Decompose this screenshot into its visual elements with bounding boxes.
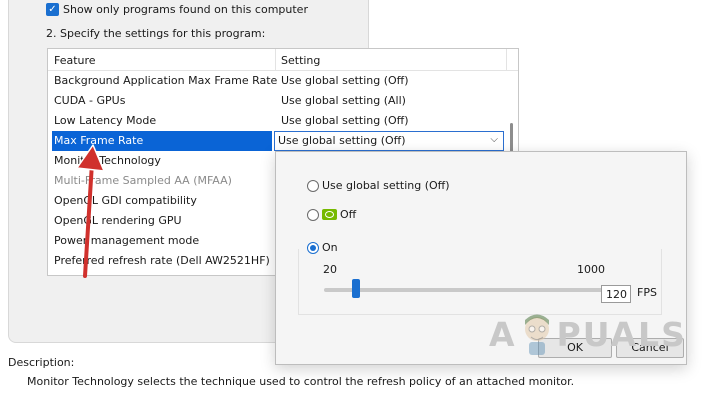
feature-cell: Monitor Technology (54, 154, 161, 167)
show-only-programs-row[interactable]: ✓ Show only programs found on this compu… (46, 3, 308, 16)
setting-cell: Use global setting (Off) (281, 74, 409, 87)
step-2-label: 2. Specify the settings for this program… (46, 27, 266, 40)
show-only-programs-label: Show only programs found on this compute… (63, 3, 308, 16)
slider-thumb[interactable] (352, 279, 360, 298)
radio-use-global-label: Use global setting (Off) (322, 179, 450, 192)
watermark-right: PUALS (556, 314, 687, 354)
column-header-feature[interactable]: Feature (54, 54, 96, 67)
radio-button[interactable] (307, 179, 319, 192)
table-row[interactable]: Background Application Max Frame Rate Us… (48, 71, 504, 91)
table-scrollbar[interactable] (510, 123, 513, 153)
feature-cell: Low Latency Mode (54, 114, 157, 127)
setting-dropdown-value: Use global setting (Off) (278, 134, 406, 147)
column-header-setting[interactable]: Setting (281, 54, 320, 67)
slider-max-label: 1000 (577, 263, 605, 276)
watermark-left: A (489, 314, 517, 354)
table-row-selected[interactable]: Max Frame Rate Use global setting (Off) … (48, 131, 504, 151)
feature-cell: OpenGL rendering GPU (54, 214, 182, 227)
table-row[interactable]: Low Latency Mode Use global setting (Off… (48, 111, 504, 131)
feature-cell: Preferred refresh rate (Dell AW2521HF) (54, 254, 270, 267)
show-only-programs-checkbox[interactable]: ✓ (46, 3, 59, 16)
description-label: Description: (8, 356, 75, 369)
frame-rate-slider[interactable] (324, 288, 618, 292)
feature-cell: Multi-Frame Sampled AA (MFAA) (54, 174, 232, 187)
feature-cell: OpenGL GDI compatibility (54, 194, 197, 207)
column-divider (275, 49, 276, 71)
column-divider (506, 49, 507, 71)
setting-cell: Use global setting (Off) (281, 114, 409, 127)
feature-cell: CUDA - GPUs (54, 94, 126, 107)
fps-unit-label: FPS (637, 286, 657, 299)
fps-input[interactable]: 120 (601, 285, 631, 303)
feature-cell: Max Frame Rate (52, 131, 272, 151)
chevron-down-icon[interactable]: ⌵ (490, 134, 498, 145)
radio-off[interactable]: Off (307, 208, 356, 221)
radio-button[interactable] (307, 208, 319, 221)
mascot-icon (519, 311, 555, 357)
slider-min-label: 20 (323, 263, 337, 276)
radio-use-global[interactable]: Use global setting (Off) (307, 179, 450, 192)
nvidia-logo-icon (322, 209, 337, 220)
table-header: Feature Setting (48, 49, 518, 71)
radio-off-label: Off (340, 208, 357, 221)
feature-cell: Power management mode (54, 234, 200, 247)
table-row[interactable]: CUDA - GPUs Use global setting (All) (48, 91, 504, 111)
appuals-watermark: A PUALS (489, 311, 687, 357)
description-text: Monitor Technology selects the technique… (27, 375, 575, 388)
feature-cell: Background Application Max Frame Rate (54, 74, 278, 87)
setting-cell: Use global setting (All) (281, 94, 406, 107)
